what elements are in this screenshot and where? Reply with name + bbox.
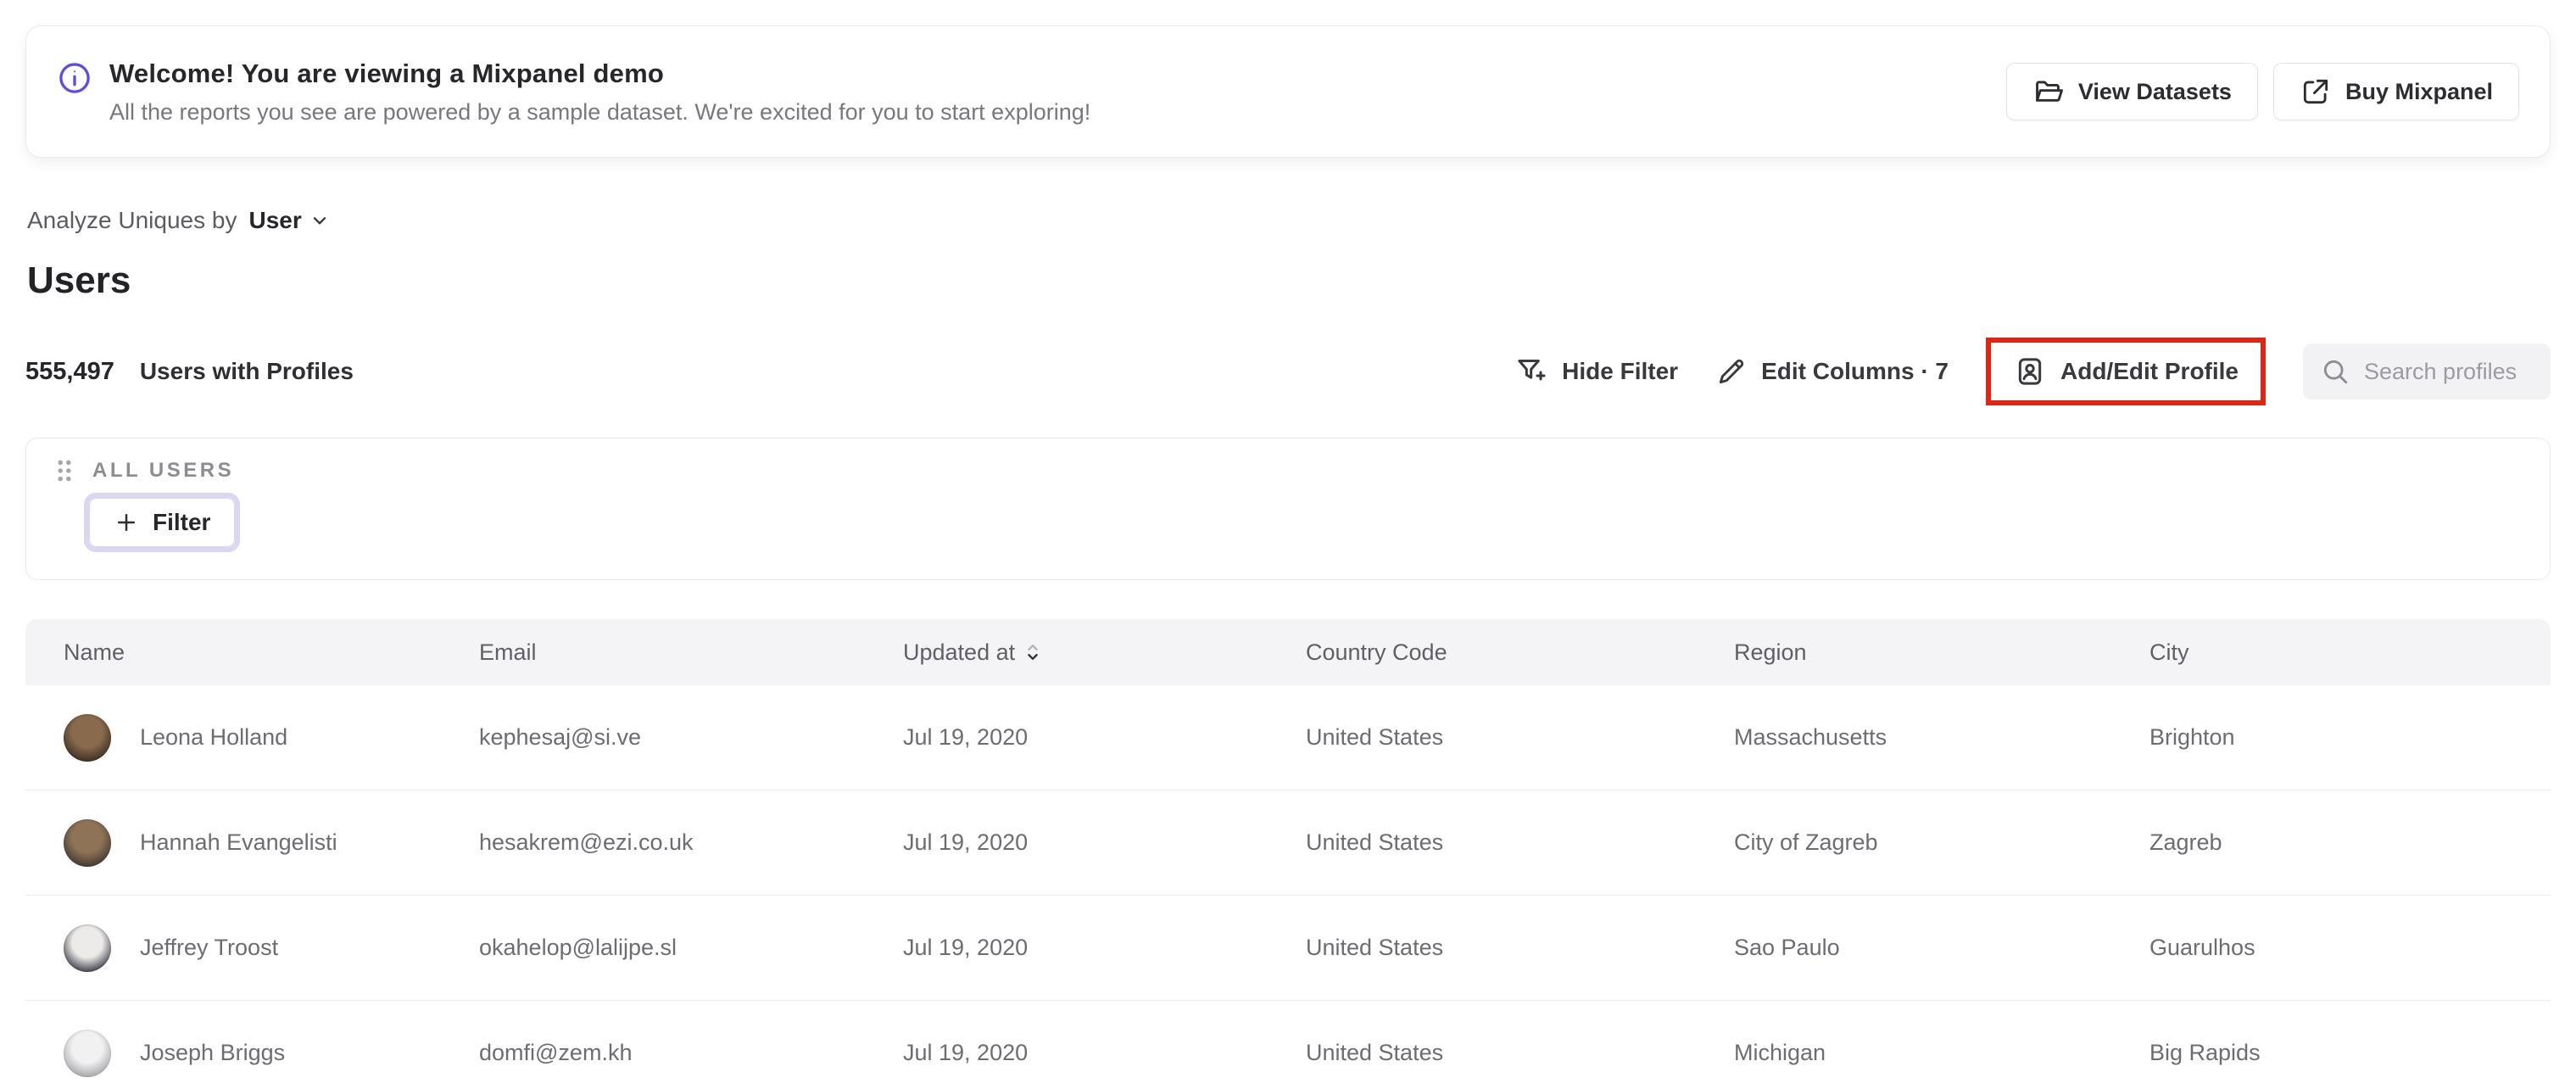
user-name: Jeffrey Troost	[140, 935, 279, 960]
demo-banner: Welcome! You are viewing a Mixpanel demo…	[25, 25, 2551, 158]
user-email: domfi@zem.kh	[479, 1040, 633, 1065]
add-filter-button[interactable]: Filter	[89, 498, 236, 547]
user-country: United States	[1306, 829, 1444, 855]
search-icon	[2320, 356, 2350, 387]
drag-handle-icon[interactable]	[53, 457, 75, 484]
buy-mixpanel-label: Buy Mixpanel	[2345, 78, 2493, 104]
view-datasets-button[interactable]: View Datasets	[2005, 63, 2258, 120]
analyze-uniques-row: Analyze Uniques by User	[27, 207, 2576, 234]
banner-title: Welcome! You are viewing a Mixpanel demo	[109, 58, 665, 88]
avatar	[64, 713, 111, 762]
pencil-icon	[1715, 355, 1748, 388]
user-city: Guarulhos	[2149, 935, 2255, 960]
sort-arrows-icon[interactable]	[1023, 641, 1042, 663]
edit-columns-button[interactable]: Edit Columns · 7	[1715, 355, 1949, 388]
user-region: Massachusetts	[1734, 724, 1887, 750]
avatar	[64, 1029, 111, 1077]
summary-toolbar-row: 555,497 Users with Profiles Hide Filter …	[25, 336, 2551, 407]
column-header-email[interactable]: Email	[479, 639, 903, 666]
user-email: kephesaj@si.ve	[479, 724, 642, 750]
all-users-group-label: ALL USERS	[92, 459, 235, 482]
table-row[interactable]: Leona Holland kephesaj@si.ve Jul 19, 202…	[25, 685, 2551, 790]
add-filter-label: Filter	[153, 509, 211, 535]
buy-mixpanel-button[interactable]: Buy Mixpanel	[2272, 63, 2519, 120]
user-name: Hannah Evangelisti	[140, 829, 337, 855]
add-edit-profile-label: Add/Edit Profile	[2060, 358, 2239, 384]
users-table: Name Email Updated at Country Code Regio…	[25, 619, 2551, 1089]
view-datasets-label: View Datasets	[2077, 78, 2232, 104]
user-city: Zagreb	[2149, 829, 2222, 855]
profiles-count: 555,497	[25, 357, 114, 385]
funnel-plus-icon	[1514, 355, 1548, 388]
hide-filter-label: Hide Filter	[1562, 358, 1679, 384]
user-country: United States	[1306, 724, 1444, 750]
column-header-updated-at[interactable]: Updated at	[903, 639, 1306, 666]
analyze-by-dropdown[interactable]: User	[248, 207, 330, 234]
filter-button-focus-ring: Filter	[84, 493, 241, 552]
hide-filter-button[interactable]: Hide Filter	[1514, 355, 1678, 388]
external-link-icon	[2300, 75, 2332, 108]
users-table-header: Name Email Updated at Country Code Regio…	[25, 619, 2551, 685]
column-header-city[interactable]: City	[2149, 639, 2551, 666]
user-country: United States	[1306, 1040, 1444, 1065]
plus-icon	[114, 510, 139, 535]
user-region: Sao Paulo	[1734, 935, 1840, 960]
user-email: hesakrem@ezi.co.uk	[479, 829, 694, 855]
analyze-by-selected-value: User	[248, 207, 302, 233]
avatar	[64, 818, 111, 867]
user-updated-at: Jul 19, 2020	[903, 1040, 1029, 1065]
table-row[interactable]: Hannah Evangelisti hesakrem@ezi.co.uk Ju…	[25, 790, 2551, 896]
page-title: Users	[27, 260, 131, 301]
folder-icon	[2032, 75, 2065, 108]
search-profiles-box[interactable]	[2303, 343, 2551, 399]
user-name: Leona Holland	[140, 724, 288, 750]
add-edit-profile-button-highlighted[interactable]: Add/Edit Profile	[1986, 338, 2266, 405]
chevron-down-icon	[309, 209, 331, 232]
user-name: Joseph Briggs	[140, 1040, 286, 1065]
user-email: okahelop@lalijpe.sl	[479, 935, 677, 960]
user-city: Brighton	[2149, 724, 2235, 750]
analyze-uniques-label: Analyze Uniques by	[27, 207, 237, 233]
column-header-region[interactable]: Region	[1734, 639, 2149, 666]
table-row[interactable]: Jeffrey Troost okahelop@lalijpe.sl Jul 1…	[25, 896, 2551, 1001]
user-city: Big Rapids	[2149, 1040, 2261, 1065]
search-profiles-input[interactable]	[2364, 358, 2534, 385]
banner-subtitle: All the reports you see are powered by a…	[109, 98, 1091, 125]
user-region: City of Zagreb	[1734, 829, 1878, 855]
edit-columns-label: Edit Columns · 7	[1761, 358, 1949, 384]
all-users-filter-panel: ALL USERS Filter	[25, 438, 2551, 580]
user-updated-at: Jul 19, 2020	[903, 724, 1029, 750]
user-updated-at: Jul 19, 2020	[903, 829, 1029, 855]
profile-badge-icon	[2013, 355, 2047, 388]
user-updated-at: Jul 19, 2020	[903, 935, 1029, 960]
info-icon	[57, 60, 92, 96]
table-row[interactable]: Joseph Briggs domfi@zem.kh Jul 19, 2020 …	[25, 1001, 2551, 1089]
user-country: United States	[1306, 935, 1444, 960]
profiles-count-label: Users with Profiles	[139, 358, 354, 384]
column-header-name[interactable]: Name	[64, 639, 479, 666]
table-toolbar: Hide Filter Edit Columns · 7 Add/Edit Pr…	[1514, 338, 2551, 405]
user-region: Michigan	[1734, 1040, 1826, 1065]
column-header-country-code[interactable]: Country Code	[1306, 639, 1734, 666]
avatar	[64, 924, 111, 972]
